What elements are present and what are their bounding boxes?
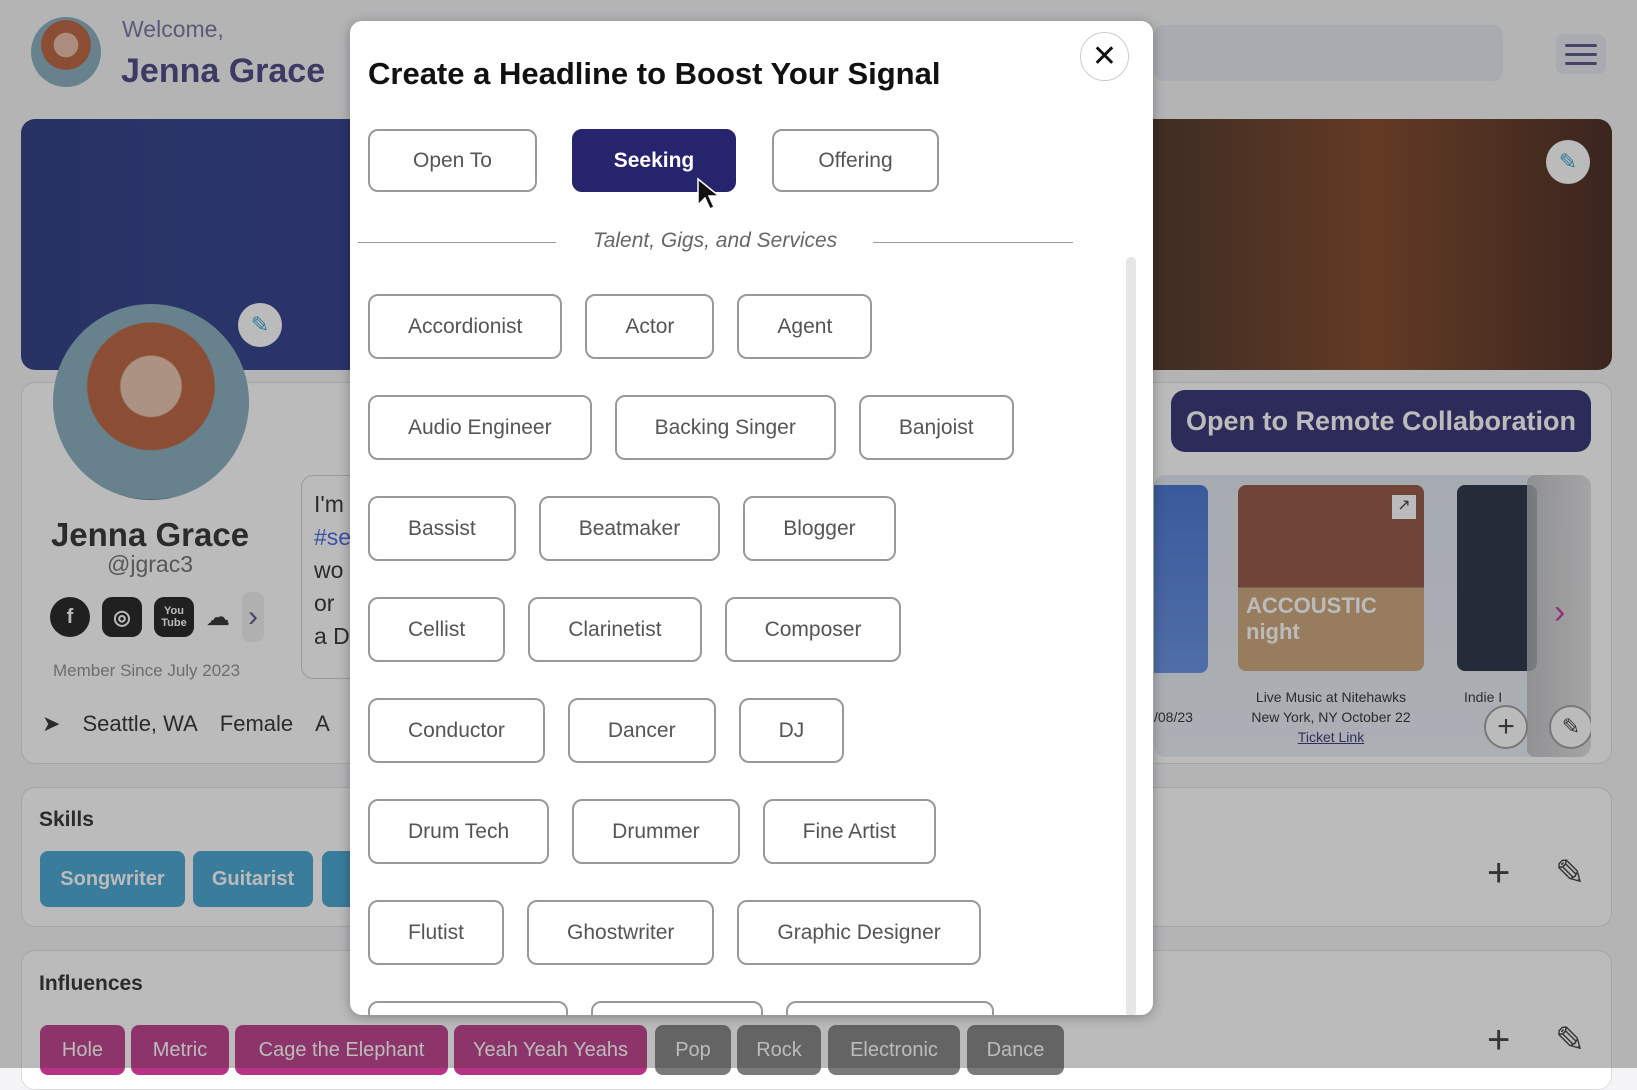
talent-chip[interactable]: Accordionist: [368, 294, 563, 359]
chip-row: Bassist Beatmaker Blogger: [368, 496, 1108, 561]
chip-row: [368, 1001, 1108, 1015]
tab-offering[interactable]: Offering: [772, 129, 939, 192]
talent-chip[interactable]: Bassist: [368, 496, 516, 561]
chip-row: Conductor Dancer DJ: [368, 698, 1108, 763]
talent-chip[interactable]: Flutist: [368, 900, 505, 965]
chip-row: Accordionist Actor Agent: [368, 294, 1108, 359]
talent-chip[interactable]: Actor: [585, 294, 715, 359]
talent-chip[interactable]: Banjoist: [858, 395, 1014, 460]
talent-chip[interactable]: Cellist: [368, 597, 506, 662]
talent-chip[interactable]: Dancer: [567, 698, 716, 763]
talent-chip[interactable]: Audio Engineer: [368, 395, 592, 460]
talent-chip[interactable]: Drum Tech: [368, 799, 550, 864]
headline-modal: Create a Headline to Boost Your Signal ✕…: [350, 21, 1153, 1015]
chip-row: Flutist Ghostwriter Graphic Designer: [368, 900, 1108, 965]
talent-chip[interactable]: Drummer: [572, 799, 740, 864]
talent-chip[interactable]: [591, 1001, 763, 1015]
tab-open-to[interactable]: Open To: [368, 129, 537, 192]
scrollbar[interactable]: [1126, 257, 1136, 1015]
talent-chip[interactable]: Ghostwriter: [527, 900, 715, 965]
close-button[interactable]: ✕: [1080, 32, 1129, 81]
talent-chip-list: Accordionist Actor Agent Audio Engineer Back…: [368, 294, 1108, 1015]
talent-chip[interactable]: Blogger: [743, 496, 896, 561]
talent-chip[interactable]: Backing Singer: [614, 395, 836, 460]
talent-chip[interactable]: Clarinetist: [528, 597, 702, 662]
talent-chip[interactable]: Composer: [724, 597, 902, 662]
talent-chip[interactable]: [368, 1001, 568, 1015]
chip-row: Cellist Clarinetist Composer: [368, 597, 1108, 662]
chip-row: Drum Tech Drummer Fine Artist: [368, 799, 1108, 864]
chip-row: Audio Engineer Backing Singer Banjoist: [368, 395, 1108, 460]
talent-chip[interactable]: DJ: [738, 698, 845, 763]
talent-chip[interactable]: Agent: [737, 294, 873, 359]
talent-chip[interactable]: Conductor: [368, 698, 545, 763]
modal-title: Create a Headline to Boost Your Signal: [368, 56, 941, 91]
mouse-cursor-icon: [697, 177, 722, 211]
talent-chip[interactable]: Beatmaker: [538, 496, 721, 561]
talent-chip[interactable]: Graphic Designer: [737, 900, 981, 965]
talent-chip[interactable]: Fine Artist: [762, 799, 937, 864]
section-label: Talent, Gigs, and Services: [592, 229, 838, 252]
talent-chip[interactable]: [786, 1001, 994, 1015]
close-icon: ✕: [1091, 40, 1118, 73]
